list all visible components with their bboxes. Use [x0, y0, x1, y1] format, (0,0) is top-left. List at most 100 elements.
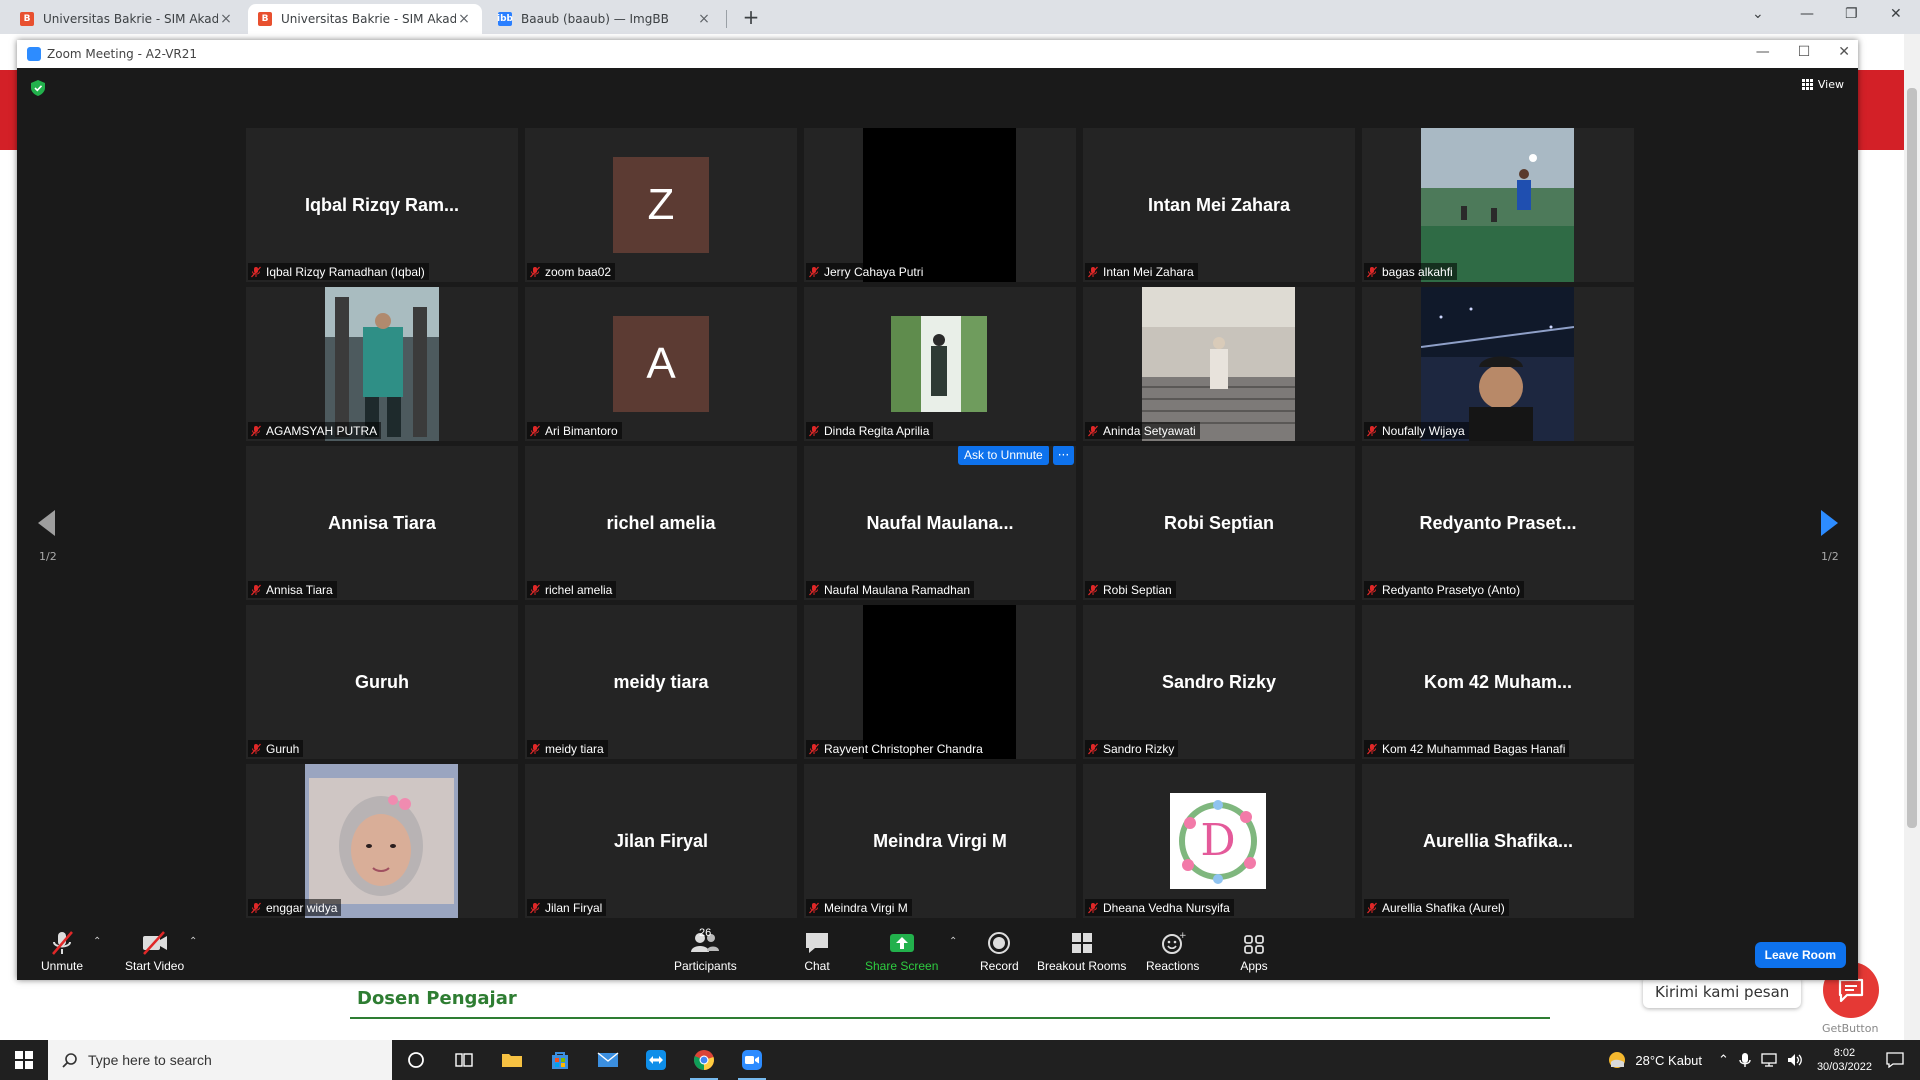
participant-name: Redyanto Prasetyo (Anto): [1382, 582, 1521, 597]
participant-tile[interactable]: Naufal Maulana... Ask to Unmute ··· Naufal …: [804, 446, 1076, 600]
file-explorer-button[interactable]: [488, 1040, 536, 1080]
chrome-button[interactable]: [680, 1040, 728, 1080]
maximize-icon[interactable]: ☐: [1798, 44, 1811, 60]
search-placeholder: Type here to search: [88, 1052, 212, 1068]
participant-name: Rayvent Christopher Chandra: [824, 741, 983, 756]
minimize-icon[interactable]: —: [1756, 44, 1770, 60]
next-page-arrow-icon[interactable]: [1819, 508, 1841, 538]
start-button[interactable]: [0, 1040, 48, 1080]
participant-tile[interactable]: Annisa Tiara Annisa Tiara: [246, 446, 518, 600]
participant-tile[interactable]: A Ari Bimantoro: [525, 287, 797, 441]
video-off-icon: [142, 931, 167, 955]
teamviewer-button[interactable]: [632, 1040, 680, 1080]
participant-tile[interactable]: Redyanto Praset... Redyanto Prasetyo (Ant…: [1362, 446, 1634, 600]
shield-b-icon: B: [20, 12, 34, 26]
muted-mic-icon: [1367, 584, 1377, 595]
participant-tile[interactable]: Noufally Wijaya: [1362, 287, 1634, 441]
page-header-band: [1856, 70, 1906, 150]
start-video-label: Start Video: [125, 959, 185, 973]
participants-button[interactable]: 26 Participants: [674, 927, 737, 973]
store-bag-icon: [552, 1052, 568, 1069]
new-tab-button[interactable]: +: [740, 6, 762, 28]
zoom-taskbar-button[interactable]: [728, 1040, 776, 1080]
participant-tile[interactable]: Sandro Rizky Sandro Rizky: [1083, 605, 1355, 759]
browser-tab-1[interactable]: B Universitas Bakrie - SIM Akadem ×: [10, 4, 244, 34]
tab-title: Universitas Bakrie - SIM Akadem: [43, 12, 218, 26]
close-icon[interactable]: ✕: [1838, 44, 1850, 60]
view-button[interactable]: View: [1801, 78, 1844, 91]
chat-prompt-bubble[interactable]: Kirimi kami pesan: [1643, 976, 1802, 1008]
breakout-rooms-button[interactable]: Breakout Rooms: [1037, 930, 1126, 973]
encryption-shield-icon[interactable]: [31, 80, 45, 96]
participant-tile[interactable]: Meindra Virgi M Meindra Virgi M: [804, 764, 1076, 918]
page-scroll-thumb[interactable]: [1907, 88, 1917, 828]
participant-tile[interactable]: Guruh Guruh: [246, 605, 518, 759]
participant-tile[interactable]: meidy tiara meidy tiara: [525, 605, 797, 759]
muted-mic-icon: [251, 584, 261, 595]
store-button[interactable]: [536, 1040, 584, 1080]
participant-tile[interactable]: bagas alkahfi: [1362, 128, 1634, 282]
participant-tile[interactable]: Jerry Cahaya Putri: [804, 128, 1076, 282]
network-icon[interactable]: [1761, 1053, 1777, 1067]
weather-readout[interactable]: 28°C Kabut: [1635, 1053, 1702, 1068]
audio-options-caret-icon[interactable]: ⌃: [93, 936, 101, 947]
participant-tile[interactable]: Zzoom baa02: [525, 128, 797, 282]
volume-icon[interactable]: [1787, 1053, 1803, 1067]
participant-tile[interactable]: Rayvent Christopher Chandra: [804, 605, 1076, 759]
record-label: Record: [980, 959, 1019, 973]
leave-room-button[interactable]: Leave Room: [1754, 942, 1846, 968]
minimize-icon[interactable]: —: [1800, 6, 1814, 22]
share-screen-button[interactable]: Share Screen: [865, 930, 938, 973]
participant-gallery: Iqbal Rizqy Ram... Iqbal Rizqy Ramadhan (…: [246, 128, 1636, 918]
reactions-button[interactable]: + Reactions: [1146, 930, 1199, 973]
participant-tile[interactable]: Robi Septian Robi Septian: [1083, 446, 1355, 600]
cortana-circle-icon: [408, 1052, 424, 1068]
cortana-button[interactable]: [392, 1040, 440, 1080]
participant-tile[interactable]: Jilan Firyal Jilan Firyal: [525, 764, 797, 918]
more-options-button[interactable]: ···: [1052, 446, 1075, 465]
close-tab-icon[interactable]: ×: [696, 11, 712, 27]
participant-tile[interactable]: Aninda Setyawati: [1083, 287, 1355, 441]
previous-page-arrow-icon[interactable]: [35, 508, 57, 538]
participant-tile[interactable]: richel amelia richel amelia: [525, 446, 797, 600]
taskbar-search-box[interactable]: Type here to search: [48, 1040, 392, 1080]
participant-display-name: richel amelia: [606, 512, 716, 533]
mail-button[interactable]: [584, 1040, 632, 1080]
participant-tile[interactable]: AGAMSYAH PUTRA: [246, 287, 518, 441]
participant-tile[interactable]: Iqbal Rizqy Ram... Iqbal Rizqy Ramadhan (…: [246, 128, 518, 282]
browser-tab-2[interactable]: B Universitas Bakrie - SIM Akadem ×: [248, 4, 482, 34]
apps-button[interactable]: Apps: [1240, 930, 1268, 973]
video-options-caret-icon[interactable]: ⌃: [189, 936, 197, 947]
participant-name-label: enggar widya: [248, 899, 342, 916]
page-header-band: [0, 70, 18, 150]
record-button[interactable]: Record: [980, 930, 1019, 973]
chat-button[interactable]: Chat: [803, 930, 831, 973]
show-hidden-icons-icon[interactable]: ⌃: [1718, 1052, 1729, 1068]
participant-name-label: meidy tiara: [527, 740, 608, 757]
participant-tile[interactable]: Aurellia Shafika... Aurellia Shafika (Aur…: [1362, 764, 1634, 918]
share-options-caret-icon[interactable]: ⌃: [949, 936, 957, 947]
browser-tab-3[interactable]: ibb Baaub (baaub) — ImgBB ×: [488, 4, 722, 34]
microphone-icon[interactable]: [1739, 1052, 1751, 1068]
participant-tile[interactable]: Intan Mei Zahara Intan Mei Zahara: [1083, 128, 1355, 282]
muted-mic-icon: [809, 584, 819, 595]
start-video-button[interactable]: Start Video: [125, 930, 184, 973]
weather-sun-icon: [1609, 1052, 1626, 1068]
muted-mic-icon: [1088, 266, 1098, 277]
participant-tile[interactable]: D Dheana Vedha Nursyifa: [1083, 764, 1355, 918]
clock[interactable]: 8:02 30/03/2022: [1817, 1046, 1872, 1074]
participant-tile[interactable]: enggar widya: [246, 764, 518, 918]
notifications-icon[interactable]: [1886, 1052, 1904, 1068]
close-window-icon[interactable]: ✕: [1890, 6, 1902, 22]
close-tab-icon[interactable]: ×: [456, 11, 472, 27]
restore-icon[interactable]: ❐: [1845, 6, 1858, 22]
muted-mic-icon: [530, 266, 540, 277]
unmute-button[interactable]: Unmute: [41, 930, 83, 973]
task-view-button[interactable]: [440, 1040, 488, 1080]
close-tab-icon[interactable]: ×: [218, 11, 234, 27]
participant-display-name: Iqbal Rizqy Ram...: [304, 194, 460, 215]
ask-to-unmute-button[interactable]: Ask to Unmute: [958, 446, 1049, 465]
tab-search-chevron-icon[interactable]: ⌄: [1752, 6, 1764, 22]
participant-tile[interactable]: Dinda Regita Aprilia: [804, 287, 1076, 441]
participant-tile[interactable]: Kom 42 Muham... Kom 42 Muhammad Bagas Han…: [1362, 605, 1634, 759]
